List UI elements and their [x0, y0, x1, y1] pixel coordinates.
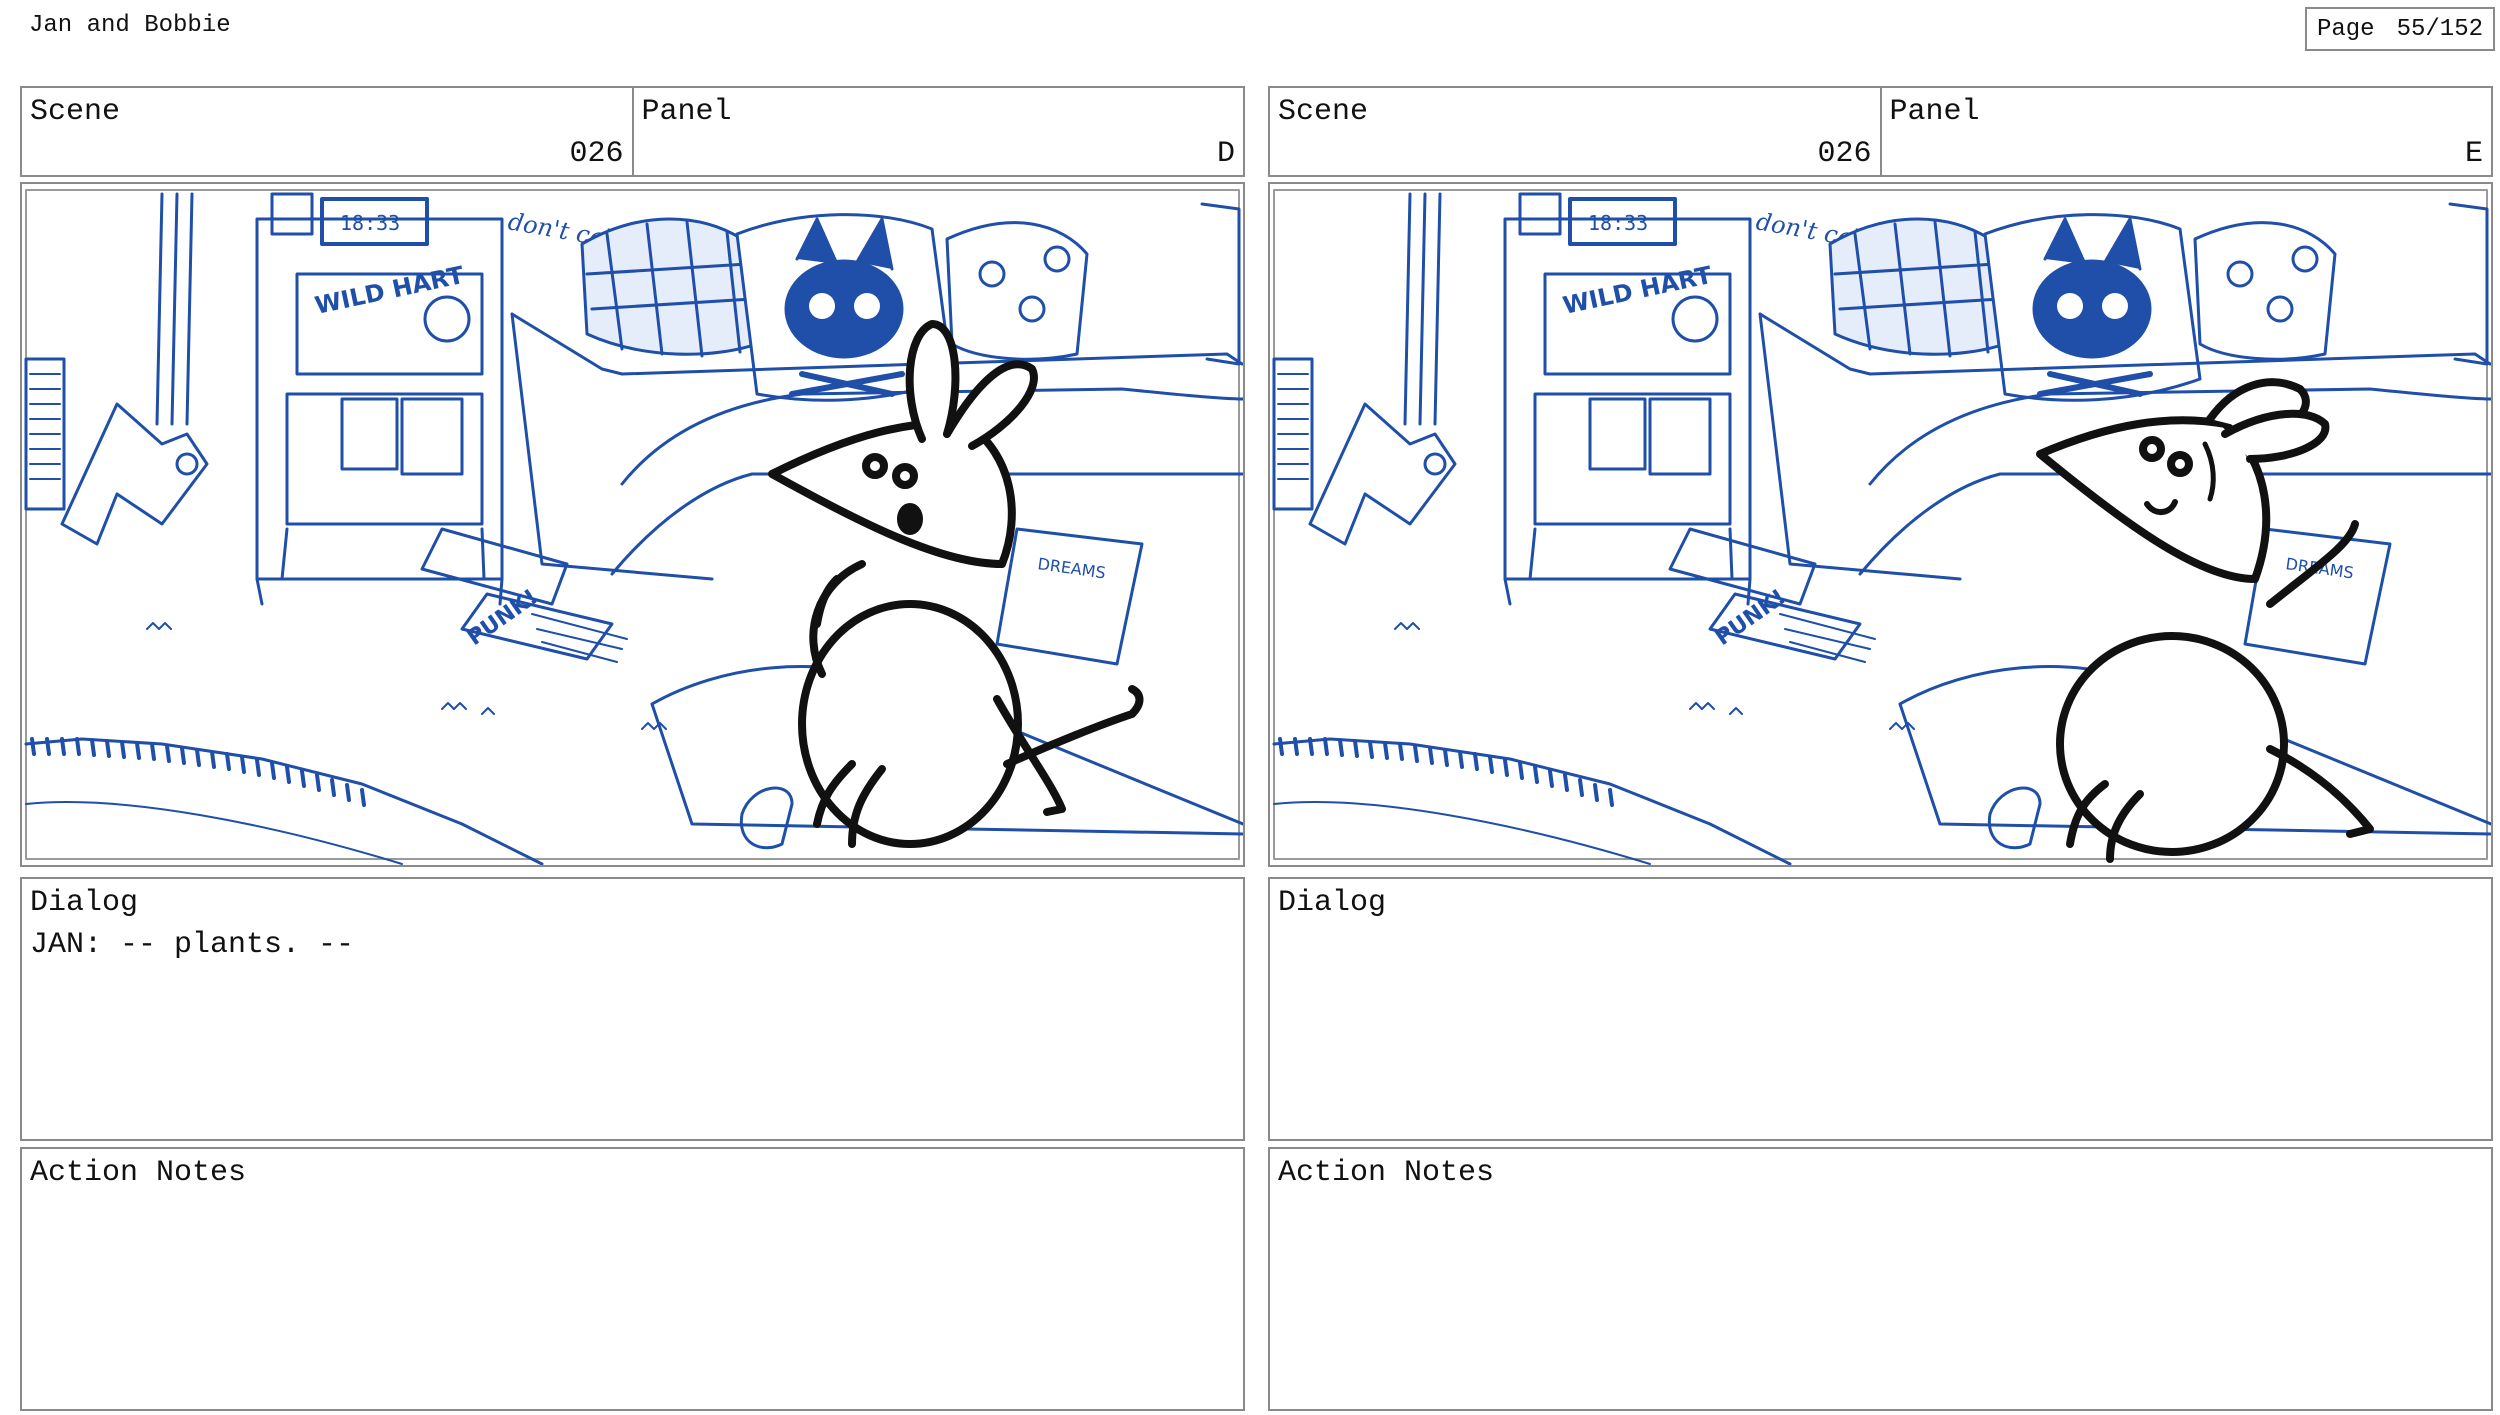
- jan-character: [2036, 378, 2374, 863]
- clock-readout: 18:33: [340, 211, 400, 235]
- action-notes-box: Action Notes: [1268, 1147, 2493, 1411]
- panel-letter: E: [2464, 137, 2483, 171]
- panel-artwork-frame: [1268, 182, 2493, 867]
- panel-cell: Panel D: [631, 88, 1244, 175]
- panel-header: Scene 026 Panel D: [20, 86, 1245, 177]
- action-notes-label: Action Notes: [1278, 1156, 1495, 1190]
- book-text: DREAMS: [1036, 554, 1106, 582]
- scene-number: 026: [569, 137, 624, 171]
- sticker-text: WILD HART: [312, 261, 467, 320]
- scene-cell: Scene 026: [22, 88, 632, 175]
- page-label: Page: [2316, 15, 2375, 43]
- jan-character: [768, 320, 1144, 848]
- dialog-box: Dialog: [1268, 877, 2493, 1141]
- dialog-label: Dialog: [30, 886, 139, 920]
- panel-label: Panel: [641, 95, 732, 129]
- page-indicator: Page 55/152: [2304, 7, 2495, 51]
- dialog-box: Dialog JAN: -- plants. --: [20, 877, 1245, 1141]
- scene-cell: Scene 026: [1270, 88, 1880, 175]
- bedroom-sketch: WILD HART 18:33 don't call me sweet: [24, 189, 1243, 865]
- panel-letter: D: [1216, 137, 1235, 171]
- action-notes-label: Action Notes: [30, 1156, 247, 1190]
- panel-artwork-frame: WILD HART 18:33 don't call me sweet: [20, 182, 1245, 867]
- action-notes-box: Action Notes: [20, 1147, 1245, 1411]
- scene-number: 026: [1817, 137, 1872, 171]
- scene-label: Scene: [1278, 95, 1369, 129]
- panel-header: Scene 026 Panel E: [1268, 86, 2493, 177]
- storyboard-panel-left: Scene 026 Panel D WILD HART 18:33 don't …: [20, 86, 1245, 1414]
- scene-label: Scene: [30, 95, 121, 129]
- magazine-text: PUNK!: [463, 585, 542, 651]
- bedroom-sketch: [1270, 184, 2491, 865]
- dialog-label: Dialog: [1278, 886, 1387, 920]
- document-title: Jan and Bobbie: [29, 12, 231, 39]
- storyboard-panel-right: Scene 026 Panel E Dialog Action Notes: [1268, 86, 2493, 1414]
- dialog-text: JAN: -- plants. --: [30, 928, 355, 962]
- panel-label: Panel: [1889, 95, 1980, 129]
- panel-cell: Panel E: [1879, 88, 2492, 175]
- page-number: 55/152: [2396, 15, 2483, 43]
